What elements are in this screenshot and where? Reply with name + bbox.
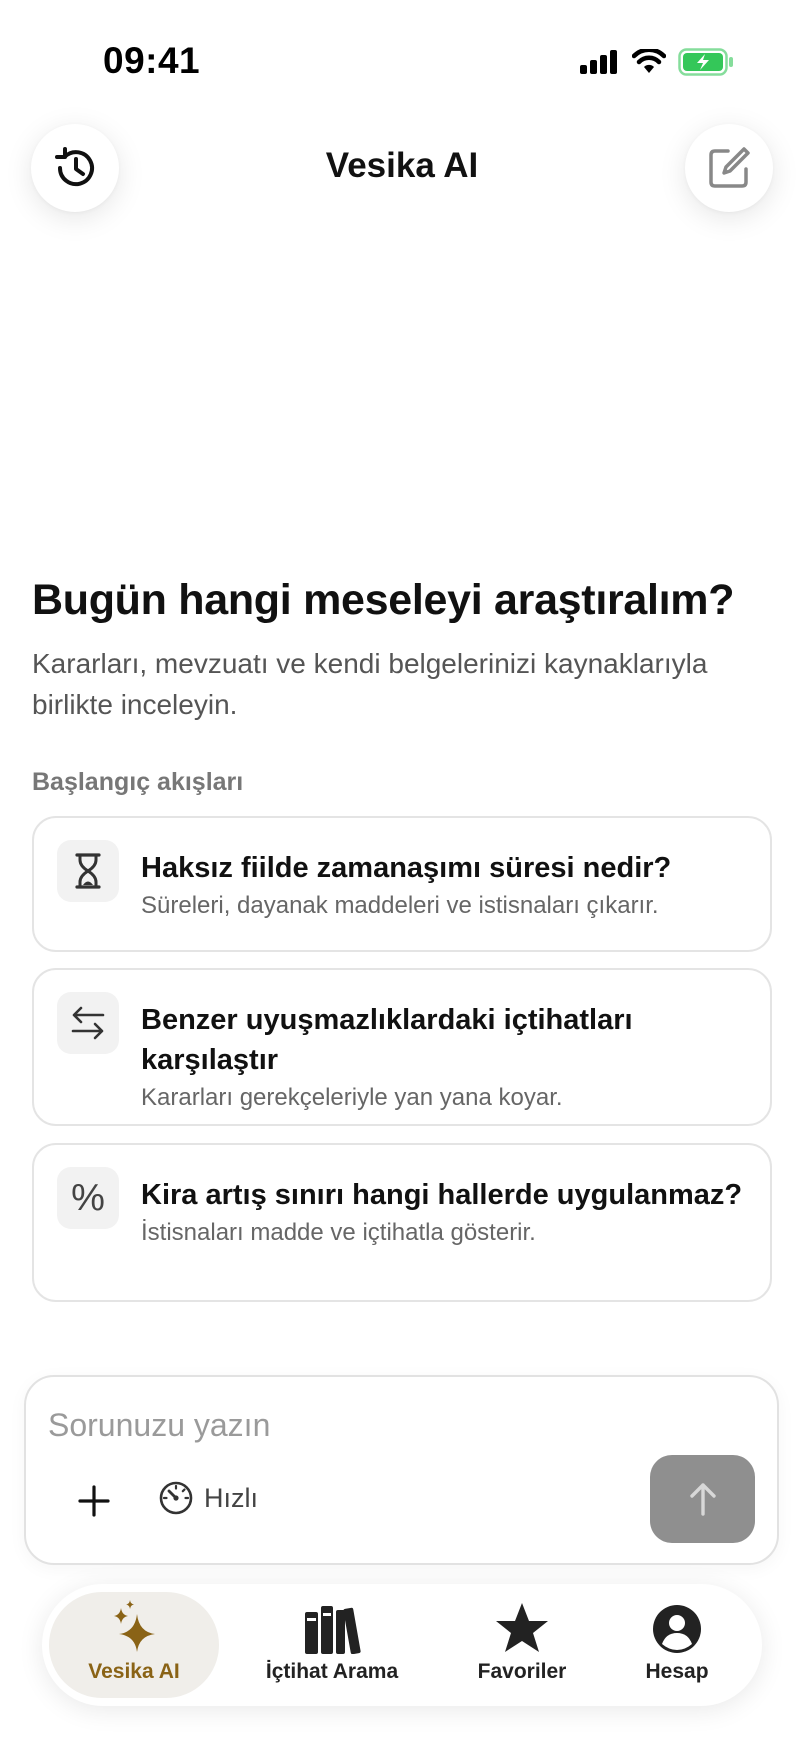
- attach-button[interactable]: [72, 1479, 116, 1523]
- screen: 09:41 Vesika AI Bugün hangi meseleyi ara…: [0, 0, 804, 1748]
- tab-label: Hesap: [645, 1660, 709, 1683]
- send-button[interactable]: [650, 1455, 755, 1543]
- star-icon: [496, 1603, 548, 1652]
- tab-favoriler[interactable]: Favoriler: [452, 1592, 592, 1698]
- flow-card-rent[interactable]: % Kira artış sınırı hangi hallerde uygul…: [32, 1143, 772, 1302]
- wifi-icon: [632, 49, 666, 73]
- arrow-up-icon: [689, 1483, 716, 1516]
- flow-card-compare[interactable]: Benzer uyuşmazlıklardaki içtihatları kar…: [32, 968, 772, 1126]
- hourglass-icon: [57, 840, 119, 902]
- tab-hesap[interactable]: Hesap: [617, 1592, 737, 1698]
- mode-label: Hızlı: [204, 1482, 258, 1513]
- tab-label: Vesika AI: [88, 1660, 180, 1683]
- battery-charging-icon: [678, 48, 733, 76]
- hero-subtitle: Kararları, mevzuatı ve kendi belgelerini…: [32, 648, 708, 720]
- flow-card-limitation[interactable]: Haksız fiilde zamanaşımı süresi nedir? S…: [32, 816, 772, 952]
- section-label: Başlangıç akışları: [32, 768, 244, 796]
- tab-label: Favoriler: [477, 1660, 567, 1683]
- flow-card-title: Kira artış sınırı hangi hallerde uygulan…: [141, 1179, 743, 1211]
- percent-icon: %: [57, 1167, 119, 1229]
- composer: Hızlı: [24, 1375, 779, 1565]
- flow-card-title: Haksız fiilde zamanaşımı süresi nedir?: [141, 852, 672, 884]
- hero-title: Bugün hangi meseleyi araştıralım?: [32, 576, 735, 624]
- speedometer-icon: [159, 1481, 193, 1515]
- page-title: Vesika AI: [325, 146, 479, 185]
- signal-icon: [580, 50, 617, 74]
- tab-bar: Vesika AI İçtihat Arama Favoriler Hesap: [42, 1584, 762, 1706]
- plus-icon: [78, 1485, 110, 1517]
- tab-vesika-ai[interactable]: Vesika AI: [49, 1592, 219, 1698]
- flow-card-desc: Kararları gerekçeleriyle yan yana koyar.: [141, 1084, 563, 1111]
- flow-card-desc: İstisnaları madde ve içtihatla gösterir.: [141, 1219, 536, 1246]
- flow-card-title: Benzer uyuşmazlıklardaki içtihatları kar…: [141, 1004, 633, 1076]
- flow-card-desc: Süreleri, dayanak maddeleri ve istisnala…: [141, 892, 659, 919]
- books-icon: [305, 1606, 361, 1654]
- status-time: 09:41: [103, 40, 201, 81]
- new-chat-button[interactable]: [685, 124, 773, 212]
- tab-ictihat-arama[interactable]: İçtihat Arama: [242, 1592, 422, 1698]
- compose-icon: [709, 147, 750, 188]
- mode-selector[interactable]: Hızlı: [158, 1480, 258, 1516]
- person-circle-icon: [653, 1605, 701, 1653]
- status-icons: [580, 48, 734, 76]
- question-input[interactable]: [48, 1395, 648, 1455]
- sparkles-icon: [114, 1600, 155, 1652]
- tab-label: İçtihat Arama: [265, 1660, 399, 1683]
- arrows-swap-icon: [57, 992, 119, 1054]
